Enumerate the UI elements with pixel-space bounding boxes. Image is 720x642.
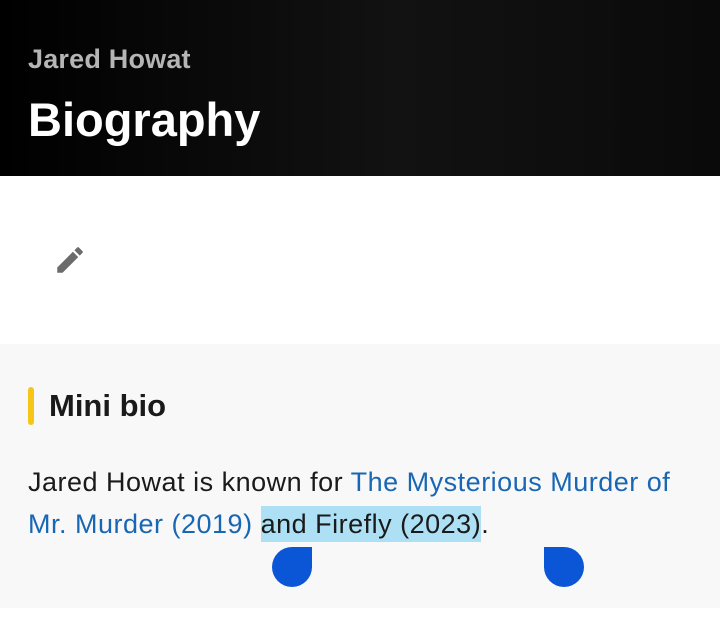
bio-text: Jared Howat is known for The Mysterious … <box>28 461 698 545</box>
accent-bar <box>28 387 34 425</box>
selection-start-handle[interactable] <box>272 547 312 587</box>
bio-text-suffix: . <box>481 509 490 539</box>
bio-text-prefix: Jared Howat is known for <box>28 467 351 497</box>
page-header: Jared Howat Biography <box>0 0 720 176</box>
person-name[interactable]: Jared Howat <box>28 44 191 75</box>
pencil-icon <box>57 247 83 273</box>
selection-end-handle[interactable] <box>544 547 584 587</box>
mini-bio-heading: Mini bio <box>49 388 167 423</box>
selected-text[interactable]: and Firefly (2023) <box>260 506 482 542</box>
section-heading: Mini bio <box>28 386 166 426</box>
mini-bio-section: Mini bio Jared Howat is known for The My… <box>0 344 720 608</box>
edit-button[interactable] <box>40 230 100 290</box>
page-title: Biography <box>28 93 261 146</box>
edit-toolbar <box>0 176 720 344</box>
